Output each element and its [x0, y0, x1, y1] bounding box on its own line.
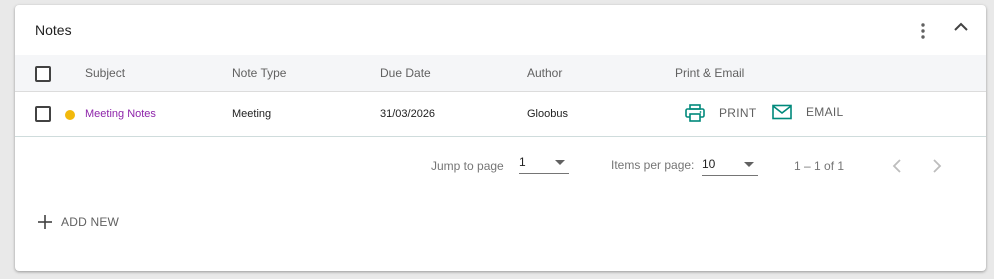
- items-per-page-label: Items per page:: [611, 158, 695, 172]
- jump-to-page-value: 1: [519, 155, 526, 169]
- items-per-page-value: 10: [702, 157, 716, 171]
- print-button[interactable]: PRINT: [685, 104, 757, 122]
- select-all-checkbox[interactable]: [35, 66, 51, 82]
- plus-icon: [38, 215, 52, 229]
- column-header-due-date[interactable]: Due Date: [380, 66, 431, 80]
- add-new-label: ADD NEW: [61, 215, 120, 229]
- print-label: PRINT: [719, 106, 757, 120]
- column-header-print-email: Print & Email: [675, 66, 745, 80]
- subject-link[interactable]: Meeting Notes: [85, 108, 156, 120]
- jump-to-page-label: Jump to page: [431, 159, 504, 173]
- jump-to-page-select[interactable]: 1: [519, 155, 569, 174]
- note-type-cell: Meeting: [232, 108, 272, 120]
- dropdown-arrow-icon: [555, 160, 565, 165]
- row-checkbox[interactable]: [35, 106, 51, 122]
- notes-card: Notes Subject Note Type Due Date Author …: [15, 5, 986, 271]
- column-header-author[interactable]: Author: [527, 66, 562, 80]
- more-vertical-icon[interactable]: [913, 21, 933, 41]
- dropdown-arrow-icon: [744, 162, 754, 167]
- author-cell: Gloobus: [527, 108, 568, 120]
- table-header: Subject Note Type Due Date Author Print …: [15, 55, 986, 92]
- column-header-note-type[interactable]: Note Type: [232, 66, 286, 80]
- due-date-cell: 31/03/2026: [380, 108, 436, 120]
- table-row: Meeting Notes Meeting 31/03/2026 Gloobus…: [15, 92, 986, 137]
- chevron-right-icon[interactable]: [929, 158, 945, 174]
- printer-icon: [685, 104, 705, 122]
- add-new-button[interactable]: ADD NEW: [37, 214, 119, 230]
- chevron-up-icon[interactable]: [951, 17, 971, 37]
- chevron-left-icon[interactable]: [889, 158, 905, 174]
- status-indicator: [65, 110, 75, 120]
- email-button[interactable]: EMAIL: [772, 104, 844, 120]
- email-label: EMAIL: [806, 105, 844, 119]
- card-title: Notes: [35, 22, 72, 38]
- column-header-subject[interactable]: Subject: [85, 66, 125, 80]
- page-range-text: 1 – 1 of 1: [794, 159, 845, 173]
- mail-icon: [772, 104, 792, 120]
- items-per-page-select[interactable]: 10: [702, 157, 758, 176]
